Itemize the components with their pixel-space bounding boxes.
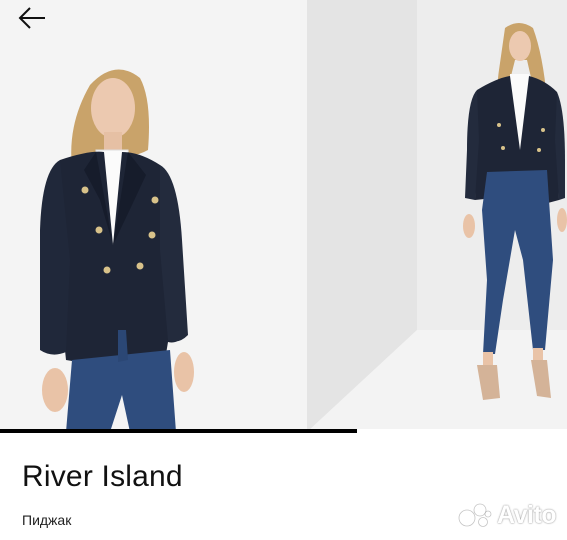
product-category: Пиджак	[22, 512, 72, 528]
product-brand: River Island	[22, 460, 183, 493]
product-photo-fullbody	[307, 0, 567, 432]
watermark-text: Avito	[497, 500, 557, 529]
gallery-progress-fill	[0, 429, 358, 433]
arrow-left-icon	[17, 5, 47, 31]
product-photo-closeup	[0, 0, 307, 432]
product-photo-gallery[interactable]	[0, 0, 567, 432]
gallery-progress-bar	[0, 429, 567, 433]
avito-logo-icon	[458, 502, 492, 528]
avito-watermark: Avito	[458, 500, 557, 530]
back-button[interactable]	[14, 4, 50, 32]
